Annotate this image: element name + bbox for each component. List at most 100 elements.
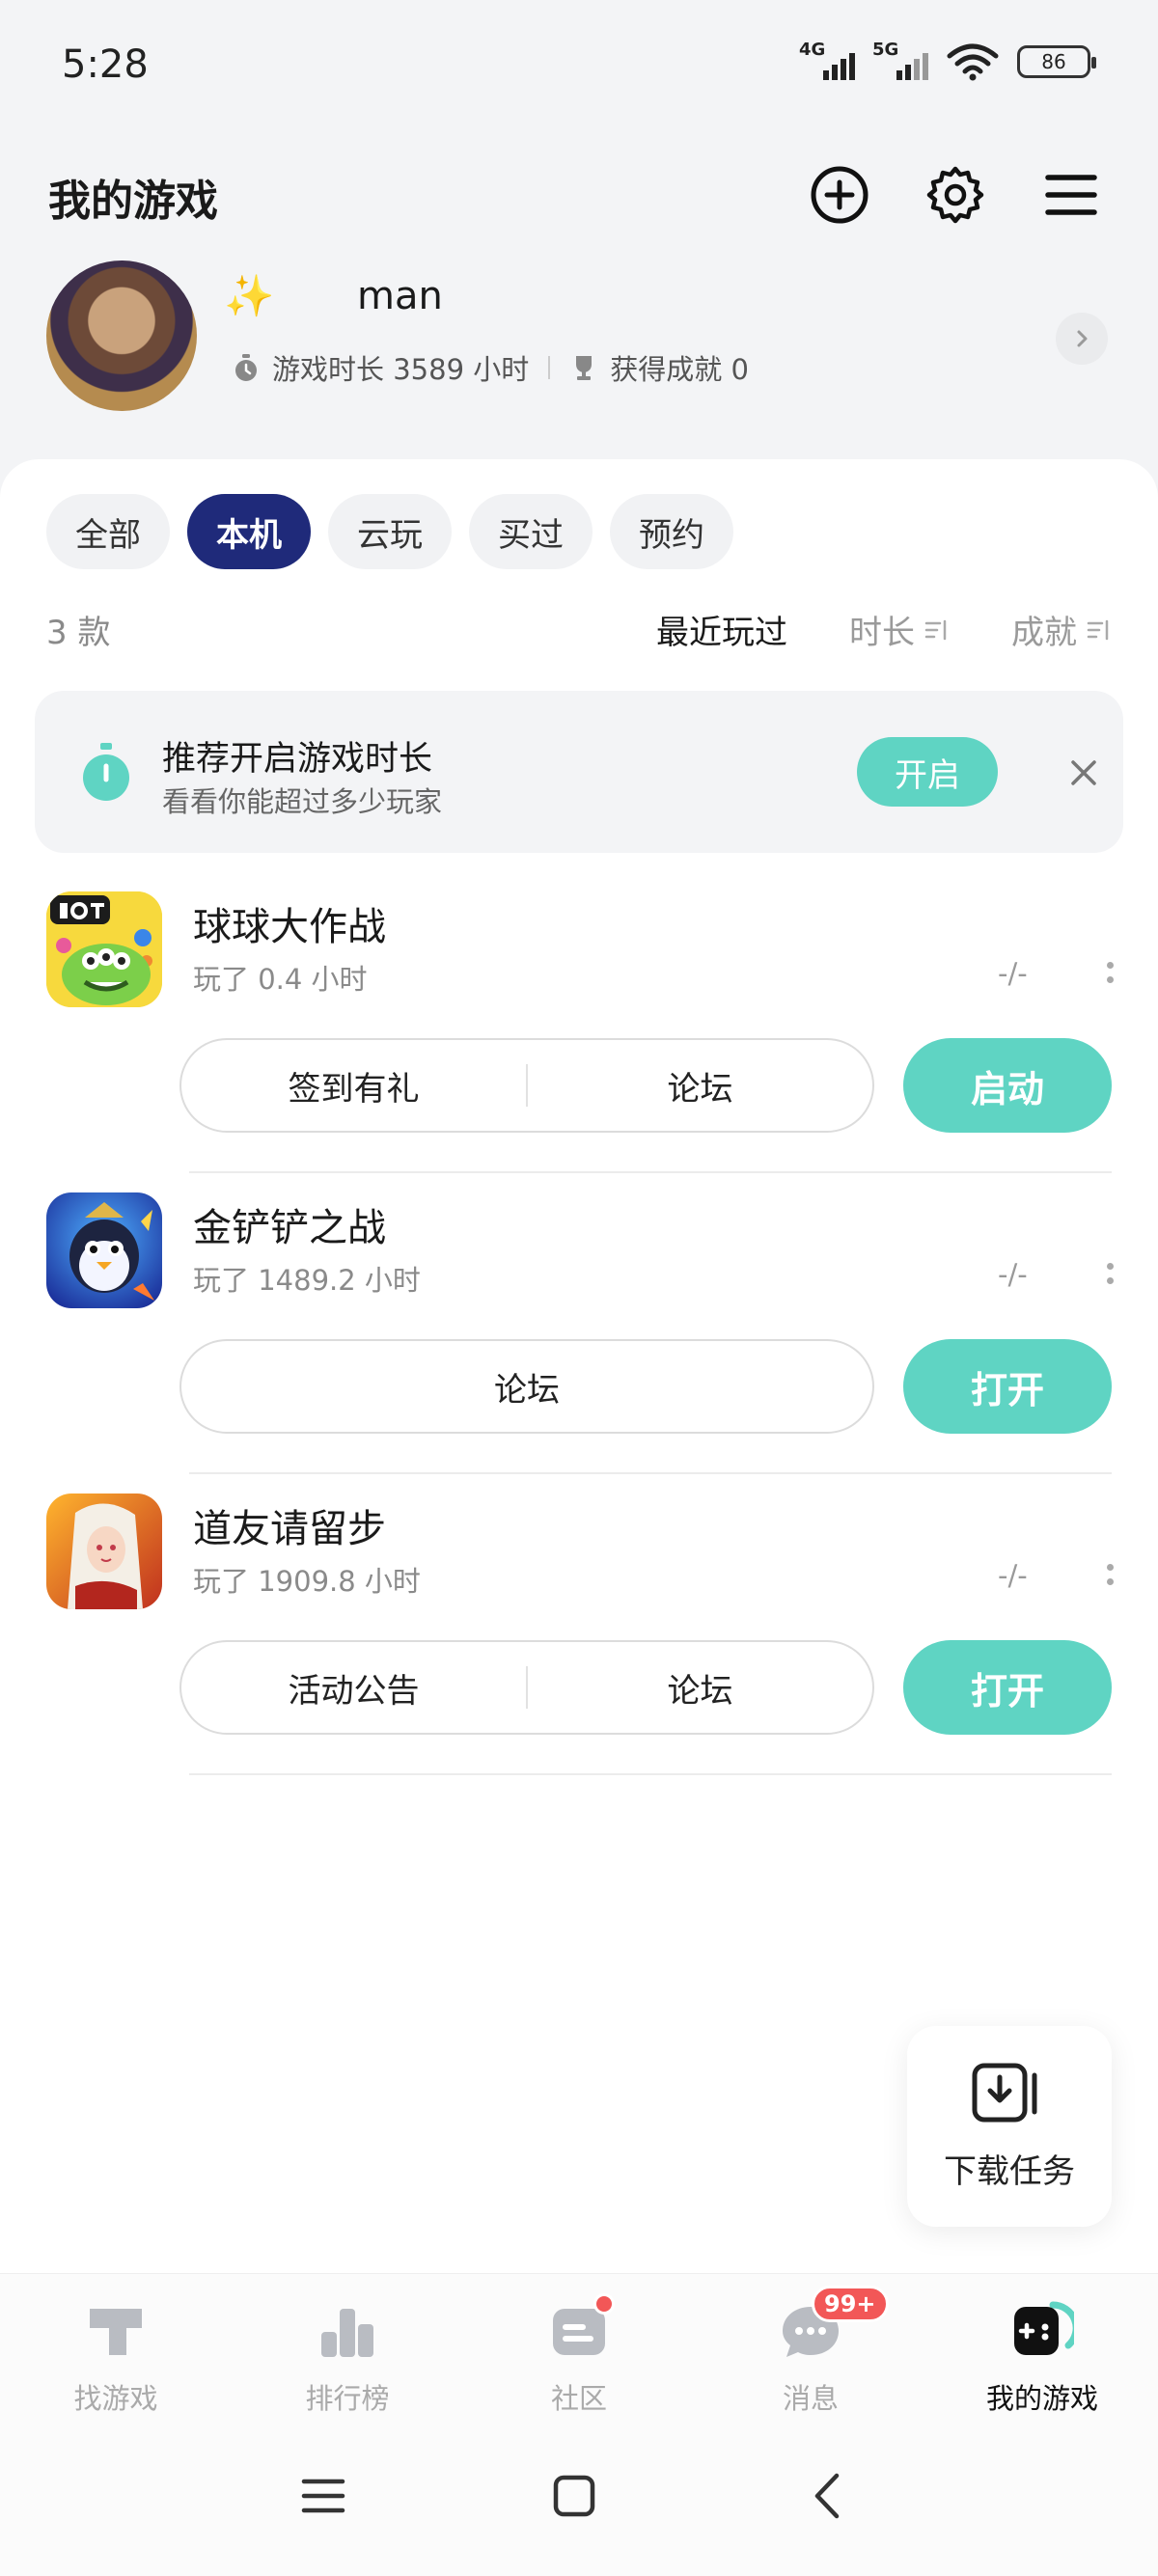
page-title: 我的游戏 [48,177,218,226]
game-icon-daoyou[interactable] [46,1494,162,1609]
banner-title: 推荐开启游戏时长 [162,740,433,779]
playtime-text: 游戏时长 3589 小时 [272,353,530,386]
system-navigation-bar [0,2422,1158,2576]
open-button[interactable]: 打开 [903,1640,1112,1735]
settings-button[interactable] [921,160,990,230]
battery-icon: 86 [1017,45,1096,78]
profile-stats: 游戏时长 3589 小时 获得成就 0 [232,347,749,388]
game-name[interactable]: 金铲铲之战 [193,1196,386,1252]
nav-ranking[interactable]: 排行榜 [232,2274,463,2422]
menu-button[interactable] [1036,160,1106,230]
wifi-icon [947,43,999,81]
game-actions: 论坛 [179,1339,874,1434]
game-status: -/- [998,957,1028,990]
nav-messages[interactable]: 99+ 消息 [695,2274,926,2422]
nav-label: 找游戏 [73,2382,158,2415]
download-tasks-button[interactable]: 下载任务 [907,2026,1112,2227]
sort-options: 最近玩过 时长 成就 [656,606,1112,653]
announcement-button[interactable]: 活动公告 [181,1664,526,1712]
home-square-icon [553,2475,595,2517]
status-bar: 5:28 4G 5G 86 [0,0,1158,135]
nav-community[interactable]: 社区 [463,2274,695,2422]
banner-close-button[interactable] [1058,747,1110,799]
back-button[interactable] [793,2462,861,2530]
game-playtime: 玩了 0.4 小时 [193,963,368,996]
status-time: 5:28 [62,42,149,87]
nav-find-game[interactable]: 找游戏 [0,2274,232,2422]
launch-button[interactable]: 启动 [903,1038,1112,1133]
forum-button[interactable]: 论坛 [181,1363,872,1411]
my-games-icon [1014,2301,1074,2355]
gear-icon [926,166,984,224]
filter-tab-purchased[interactable]: 买过 [469,494,593,569]
playtime-banner: 推荐开启游戏时长 看看你能超过多少玩家 开启 [35,691,1123,853]
sort-recent[interactable]: 最近玩过 [656,606,787,653]
menu-icon [301,2479,345,2513]
back-arrow-icon [814,2473,840,2519]
chevron-right-icon [1077,330,1088,347]
nav-label: 消息 [782,2382,839,2415]
forum-button[interactable]: 论坛 [528,1062,872,1110]
stopwatch-icon [83,743,129,801]
sparkle-icon: ✨ [224,272,275,319]
filter-tab-cloud[interactable]: 云玩 [328,494,452,569]
game-playtime: 玩了 1909.8 小时 [193,1565,421,1598]
profile-detail-button[interactable] [1056,313,1108,365]
more-options-icon[interactable] [1100,1555,1119,1594]
sort-duration[interactable]: 时长 [849,606,950,653]
signal-4g-icon: 4G [799,40,855,80]
trophy-icon [576,356,593,380]
filter-tab-local[interactable]: 本机 [187,494,311,569]
game-actions: 活动公告 论坛 [179,1640,874,1735]
system-icons: 4G 5G 86 [799,40,1096,81]
filter-tabs: 全部 本机 云玩 买过 预约 [46,494,733,569]
recents-button[interactable] [290,2462,357,2530]
nav-label: 社区 [550,2382,607,2415]
banner-subtitle: 看看你能超过多少玩家 [162,785,443,818]
add-game-button[interactable] [805,160,874,230]
sort-icon [924,619,947,640]
nav-label: 排行榜 [305,2382,390,2415]
game-status: -/- [998,1258,1028,1291]
game-name[interactable]: 道友请留步 [193,1497,386,1553]
username: man [357,274,443,318]
enable-playtime-button[interactable]: 开启 [857,737,998,807]
download-icon [972,2063,1037,2122]
close-icon [1071,760,1096,785]
game-icon-jinchanchan[interactable] [46,1192,162,1308]
game-item: 球球大作战 玩了 0.4 小时 -/- 签到有礼 论坛 启动 [0,872,1158,1173]
signal-5g-icon: 5G [872,40,928,80]
download-tasks-label: 下载任务 [944,2151,1075,2191]
sort-icon [1087,619,1109,640]
game-actions: 签到有礼 论坛 [179,1038,874,1133]
game-status: -/- [998,1559,1028,1592]
checkin-gift-button[interactable]: 签到有礼 [181,1062,526,1110]
game-list-panel: 全部 本机 云玩 买过 预约 3 款 最近玩过 时长 成就 推荐开启游戏时长 看… [0,459,1158,2273]
game-item: 道友请留步 玩了 1909.8 小时 -/- 活动公告 论坛 打开 [0,1474,1158,1775]
notification-dot [593,2293,615,2315]
forum-button[interactable]: 论坛 [528,1664,872,1712]
filter-tab-reserved[interactable]: 预约 [610,494,733,569]
more-options-icon[interactable] [1100,1254,1119,1293]
nav-my-games[interactable]: 我的游戏 [926,2274,1158,2422]
find-game-icon [90,2309,142,2355]
open-button[interactable]: 打开 [903,1339,1112,1434]
unread-badge: 99+ [812,2286,889,2322]
stats-divider [548,356,551,379]
hamburger-menu-icon [1045,175,1097,215]
sort-achievements[interactable]: 成就 [1011,606,1112,653]
nav-label: 我的游戏 [985,2382,1098,2415]
item-divider [189,1773,1112,1775]
ranking-icon [321,2309,373,2357]
home-button[interactable] [540,2462,608,2530]
game-name[interactable]: 球球大作战 [193,895,386,951]
game-icon-qiuqiu[interactable] [46,891,162,1007]
stopwatch-icon [235,354,257,381]
more-options-icon[interactable] [1100,953,1119,992]
achievements-text: 获得成就 0 [610,353,749,386]
game-playtime: 玩了 1489.2 小时 [193,1264,421,1297]
filter-tab-all[interactable]: 全部 [46,494,170,569]
avatar[interactable] [46,260,197,411]
plus-circle-icon [811,166,868,224]
bottom-navigation: 找游戏 排行榜 社区 99+ 消息 我的游戏 [0,2273,1158,2422]
